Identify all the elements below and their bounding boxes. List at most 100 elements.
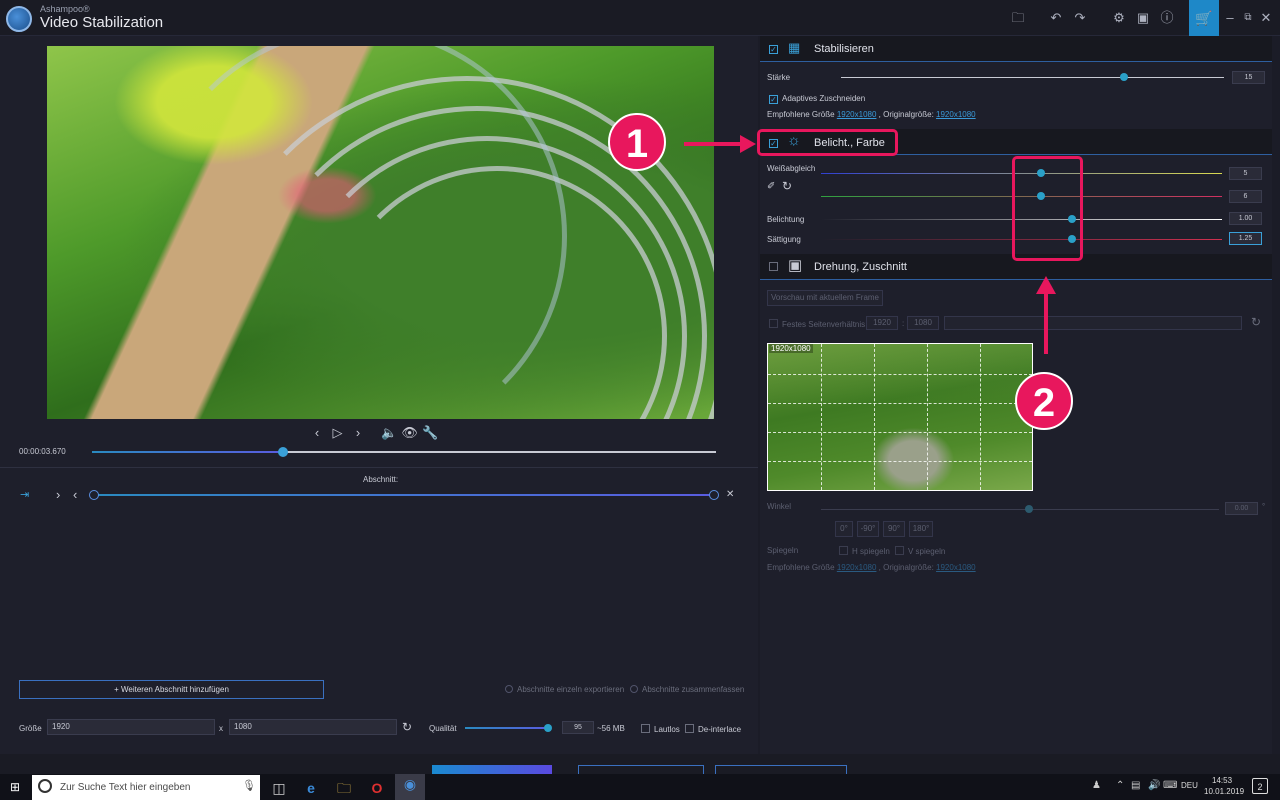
prev-frame-icon[interactable]: ‹ <box>308 425 326 440</box>
seek-handle[interactable] <box>278 447 288 457</box>
white-balance-value-1[interactable]: 5 <box>1229 167 1262 180</box>
v-mirror-option[interactable]: V spiegeln <box>895 546 945 556</box>
people-icon[interactable]: ♟ <box>1092 780 1101 791</box>
annotation-box-2 <box>1012 156 1083 261</box>
tray-expand-icon[interactable]: ⌃ <box>1116 780 1124 791</box>
clock-date[interactable]: 10.01.2019 <box>1204 787 1244 796</box>
export-single-option[interactable]: Abschnitte einzeln exportieren <box>505 685 624 694</box>
segment-prev-icon[interactable]: ‹ <box>73 487 77 502</box>
crop-recommended-link[interactable]: 1920x1080 <box>837 563 877 572</box>
ratio-reset-icon[interactable]: ↻ <box>1251 315 1261 329</box>
brand-name: Ashampoo® <box>40 4 90 14</box>
saturation-value[interactable]: 1.25 <box>1229 232 1262 245</box>
angle-slider[interactable] <box>821 509 1219 510</box>
strength-value[interactable]: 15 <box>1232 71 1265 84</box>
deinterlace-label: De-interlace <box>698 725 742 734</box>
crop-recommended-label: Empfohlene Größe <box>767 563 835 572</box>
add-segment-button[interactable]: + Weiteren Abschnitt hinzufügen <box>19 680 324 699</box>
export-merge-option[interactable]: Abschnitte zusammenfassen <box>630 685 744 694</box>
wrench-icon[interactable]: 🔧 <box>421 425 439 441</box>
segment-range[interactable] <box>94 494 714 496</box>
folder-icon[interactable]: 🗀 <box>1008 8 1028 28</box>
h-mirror-option[interactable]: H spiegeln <box>839 546 890 556</box>
ratio-width-input[interactable]: 1920 <box>866 316 898 330</box>
quality-value[interactable]: 95 <box>562 721 594 734</box>
export-merge-label: Abschnitte zusammenfassen <box>642 685 745 694</box>
primary-action-button[interactable] <box>432 765 552 774</box>
segment-export-icon[interactable]: ⇥ <box>20 488 29 501</box>
network-icon[interactable]: ▤ <box>1131 780 1140 791</box>
rotate-180-button[interactable]: 180° <box>909 521 933 537</box>
rotate-0-button[interactable]: 0° <box>835 521 853 537</box>
recommended-size-link[interactable]: 1920x1080 <box>837 110 877 119</box>
rotate-crop-checkbox[interactable] <box>769 262 782 272</box>
next-frame-icon[interactable]: › <box>349 425 367 440</box>
gear-icon[interactable]: ⚙ <box>1109 8 1129 28</box>
explorer-icon[interactable]: 🗀 <box>333 778 355 798</box>
mute-option[interactable]: Lautlos <box>641 724 680 734</box>
segment-remove-icon[interactable]: ✕ <box>726 489 734 500</box>
task-view-icon[interactable]: ◫ <box>268 778 290 798</box>
ratio-height-input[interactable]: 1080 <box>907 316 939 330</box>
fixed-ratio-option[interactable]: Festes Seitenverhältnis <box>769 319 865 329</box>
volume-tray-icon[interactable]: 🔊 <box>1148 780 1160 791</box>
notification-center-icon[interactable]: 2 <box>1252 778 1268 794</box>
quality-handle[interactable] <box>544 724 552 732</box>
redo-icon[interactable]: ↷ <box>1070 8 1090 28</box>
tertiary-action-button[interactable] <box>715 765 847 774</box>
secondary-action-button[interactable] <box>578 765 704 774</box>
rotate-minus90-button[interactable]: -90° <box>857 521 879 537</box>
image-icon[interactable]: ▣ <box>1133 8 1153 28</box>
ratio-dropdown[interactable] <box>944 316 1242 330</box>
minimize-button[interactable]: – <box>1223 8 1237 28</box>
crop-icon: ▣ <box>788 257 803 274</box>
reset-size-icon[interactable]: ↻ <box>402 720 412 734</box>
opera-icon[interactable]: O <box>366 778 388 798</box>
taskbar-search-input[interactable]: Zur Suche Text hier eingeben <box>32 775 260 800</box>
segment-end-handle[interactable] <box>709 490 719 500</box>
reset-icon[interactable]: ↻ <box>782 179 792 193</box>
volume-icon[interactable]: 🔈 <box>380 425 398 441</box>
deinterlace-option[interactable]: De-interlace <box>685 724 741 734</box>
crop-original-link[interactable]: 1920x1080 <box>936 563 976 572</box>
restore-button[interactable]: ⧉ <box>1241 8 1255 28</box>
windows-start-icon[interactable]: ⊞ <box>10 780 20 794</box>
language-indicator[interactable]: DEU <box>1181 781 1198 790</box>
strength-slider[interactable] <box>841 77 1224 78</box>
adaptive-crop-option[interactable]: ✓ Adaptives Zuschneiden <box>769 94 865 104</box>
close-button[interactable]: ✕ <box>1259 8 1273 28</box>
eye-icon[interactable]: 👁 <box>401 425 419 441</box>
segment-start-handle[interactable] <box>89 490 99 500</box>
crop-preview[interactable]: 1920x1080 <box>767 343 1033 491</box>
segment-next-icon[interactable]: › <box>56 487 60 502</box>
info-icon[interactable]: ⓘ <box>1157 8 1177 28</box>
width-input[interactable]: 1920 <box>47 719 215 735</box>
preview-frame-button[interactable]: Vorschau mit aktuellem Frame <box>767 290 883 306</box>
h-mirror-label: H spiegeln <box>852 547 890 556</box>
eyedropper-icon[interactable]: ✐ <box>767 181 775 192</box>
ratio-separator: : <box>902 319 905 328</box>
size-separator: x <box>219 724 223 733</box>
keyboard-icon[interactable]: ⌨ <box>1163 780 1177 791</box>
microphone-icon[interactable]: 🎙 <box>242 779 256 792</box>
mute-label: Lautlos <box>654 725 680 734</box>
white-balance-value-2[interactable]: 6 <box>1229 190 1262 203</box>
stabilize-checkbox[interactable]: ✓ <box>769 43 782 54</box>
ashampoo-taskbar-icon[interactable]: ◉ <box>395 774 425 800</box>
strength-handle[interactable] <box>1120 73 1128 81</box>
quality-slider[interactable] <box>465 727 549 729</box>
stabilize-title: Stabilisieren <box>814 43 874 55</box>
play-icon[interactable]: ▷ <box>329 425 347 441</box>
clock-time[interactable]: 14:53 <box>1212 776 1232 785</box>
angle-handle[interactable] <box>1025 505 1033 513</box>
cart-icon[interactable]: 🛒 <box>1189 0 1219 36</box>
height-input[interactable]: 1080 <box>229 719 397 735</box>
original-size-link[interactable]: 1920x1080 <box>936 110 976 119</box>
video-preview <box>47 46 714 419</box>
angle-value[interactable]: 0.00 <box>1225 502 1258 515</box>
exposure-value[interactable]: 1.00 <box>1229 212 1262 225</box>
edge-icon[interactable]: e <box>300 778 322 798</box>
saturation-label: Sättigung <box>767 235 801 244</box>
undo-icon[interactable]: ↶ <box>1046 8 1066 28</box>
rotate-90-button[interactable]: 90° <box>883 521 905 537</box>
